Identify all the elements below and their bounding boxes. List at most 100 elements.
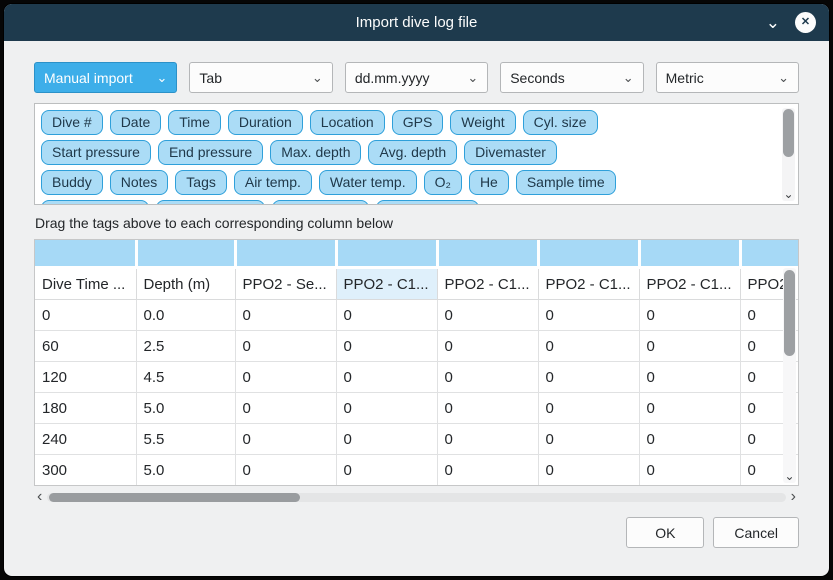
table-cell: 0	[437, 331, 538, 362]
field-tag[interactable]: Sample pO₂	[272, 200, 369, 205]
table-cell: 0	[639, 362, 740, 393]
column-drop-target[interactable]	[639, 240, 740, 268]
column-header: PPO2 - C1...	[336, 268, 437, 300]
scroll-right-icon[interactable]: ›	[791, 489, 796, 505]
cancel-button[interactable]: Cancel	[713, 517, 799, 548]
preview-table-container: Dive Time ...Depth (m)PPO2 - Se...PPO2 -…	[34, 239, 799, 486]
table-cell: 60	[35, 331, 136, 362]
field-tag[interactable]: O₂	[424, 170, 462, 195]
tags-container: Dive # DateTime Duration Location GPSWeight C…	[34, 103, 799, 205]
field-tag[interactable]: End pressure	[158, 140, 263, 165]
table-cell: 0	[336, 362, 437, 393]
field-tag[interactable]: Buddy	[41, 170, 103, 195]
tag-row: Sample depth Sample temp. Sample pO₂ Sample…	[41, 200, 774, 205]
table-cell: 5.0	[136, 393, 235, 424]
hscroll-thumb[interactable]	[49, 493, 300, 502]
table-row: 1204.5000000	[35, 362, 799, 393]
field-tag[interactable]: Air temp.	[234, 170, 312, 195]
column-drop-target[interactable]	[336, 240, 437, 268]
chevron-down-icon: ⌄	[778, 71, 789, 84]
field-tag[interactable]: Water temp.	[319, 170, 417, 195]
scroll-down-icon[interactable]: ⌄	[783, 469, 796, 483]
field-tag[interactable]: Dive #	[41, 110, 103, 135]
field-tag[interactable]: Avg. depth	[368, 140, 457, 165]
table-scrollbar-horizontal[interactable]: ‹ ›	[34, 489, 799, 505]
table-cell: 0	[538, 393, 639, 424]
import-options-row: Manual import⌄Tab⌄dd.mm.yyyy⌄Seconds⌄Met…	[34, 62, 799, 93]
table-cell: 2.5	[136, 331, 235, 362]
column-drop-target[interactable]	[136, 240, 235, 268]
scroll-left-icon[interactable]: ‹	[37, 489, 42, 505]
combo-field-separator[interactable]: Tab⌄	[189, 62, 332, 93]
close-button[interactable]: ✕	[795, 12, 816, 33]
titlebar-chevron-icon[interactable]: ⌄	[766, 14, 780, 31]
column-header: PPO2 - C1...	[538, 268, 639, 300]
field-tag[interactable]: GPS	[392, 110, 444, 135]
field-tag[interactable]: Start pressure	[41, 140, 151, 165]
field-tag[interactable]: Location	[310, 110, 385, 135]
field-tag[interactable]: Duration	[228, 110, 303, 135]
column-drop-target[interactable]	[538, 240, 639, 268]
combo-import-type[interactable]: Manual import⌄	[34, 62, 177, 93]
close-icon: ✕	[801, 17, 810, 28]
field-tag[interactable]: He	[469, 170, 509, 195]
column-drop-target[interactable]	[235, 240, 336, 268]
table-cell: 0	[639, 331, 740, 362]
scroll-down-icon[interactable]: ⌄	[782, 187, 795, 201]
table-cell: 0	[437, 455, 538, 486]
table-cell: 0	[336, 331, 437, 362]
combo-value: Manual import	[44, 70, 133, 86]
column-drop-row	[35, 240, 799, 268]
import-dialog: Import dive log file ⌄ ✕ Manual import⌄T…	[3, 3, 830, 577]
tag-rows: Dive # DateTime Duration Location GPSWeight C…	[41, 110, 774, 205]
tags-scrollbar-thumb[interactable]	[783, 109, 794, 157]
tags-scrollbar[interactable]: ⌄	[782, 108, 795, 201]
header-row: Dive Time ...Depth (m)PPO2 - Se...PPO2 -…	[35, 268, 799, 300]
field-tag[interactable]: Max. depth	[270, 140, 361, 165]
combo-units[interactable]: Metric⌄	[656, 62, 799, 93]
table-cell: 0	[235, 362, 336, 393]
table-cell: 0	[35, 300, 136, 331]
field-tag[interactable]: Sample time	[516, 170, 616, 195]
table-cell: 0	[639, 455, 740, 486]
field-tag[interactable]: Tags	[175, 170, 227, 195]
field-tag[interactable]: Cyl. size	[523, 110, 598, 135]
column-header: PPO2 - C1...	[639, 268, 740, 300]
hscroll-track[interactable]	[47, 493, 785, 502]
table-cell: 0	[639, 300, 740, 331]
table-cell: 5.5	[136, 424, 235, 455]
ok-button[interactable]: OK	[626, 517, 704, 548]
combo-date-format[interactable]: dd.mm.yyyy⌄	[345, 62, 488, 93]
table-cell: 0	[437, 393, 538, 424]
titlebar[interactable]: Import dive log file ⌄ ✕	[4, 4, 829, 41]
field-tag[interactable]: Sample temp.	[156, 200, 264, 205]
table-cell: 0	[538, 300, 639, 331]
column-drop-target[interactable]	[740, 240, 799, 268]
table-row: 602.5000000	[35, 331, 799, 362]
table-cell: 0	[639, 393, 740, 424]
field-tag[interactable]: Sample CNS	[376, 200, 479, 205]
table-row: 2405.5000000	[35, 424, 799, 455]
field-tag[interactable]: Weight	[450, 110, 515, 135]
table-cell: 4.5	[136, 362, 235, 393]
table-scrollbar-vertical[interactable]: ⌄	[783, 268, 796, 483]
column-drop-target[interactable]	[35, 240, 136, 268]
table-cell: 0	[437, 300, 538, 331]
table-cell: 0	[538, 362, 639, 393]
column-header: Dive Time ...	[35, 268, 136, 300]
tag-row: Start pressure End pressure Max. depth Avg.…	[41, 140, 774, 165]
table-cell: 0.0	[136, 300, 235, 331]
field-tag[interactable]: Date	[110, 110, 162, 135]
combo-value: Seconds	[510, 70, 564, 86]
dialog-buttons: OK Cancel	[34, 517, 799, 548]
table-cell: 0	[235, 455, 336, 486]
tag-row: Buddy NotesTags Air temp. Water temp. O₂ He Sa…	[41, 170, 774, 195]
window-title: Import dive log file	[4, 14, 829, 31]
field-tag[interactable]: Divemaster	[464, 140, 557, 165]
table-vscroll-thumb[interactable]	[784, 270, 795, 356]
column-drop-target[interactable]	[437, 240, 538, 268]
combo-duration-format[interactable]: Seconds⌄	[500, 62, 643, 93]
field-tag[interactable]: Sample depth	[41, 200, 149, 205]
field-tag[interactable]: Notes	[110, 170, 169, 195]
field-tag[interactable]: Time	[168, 110, 221, 135]
